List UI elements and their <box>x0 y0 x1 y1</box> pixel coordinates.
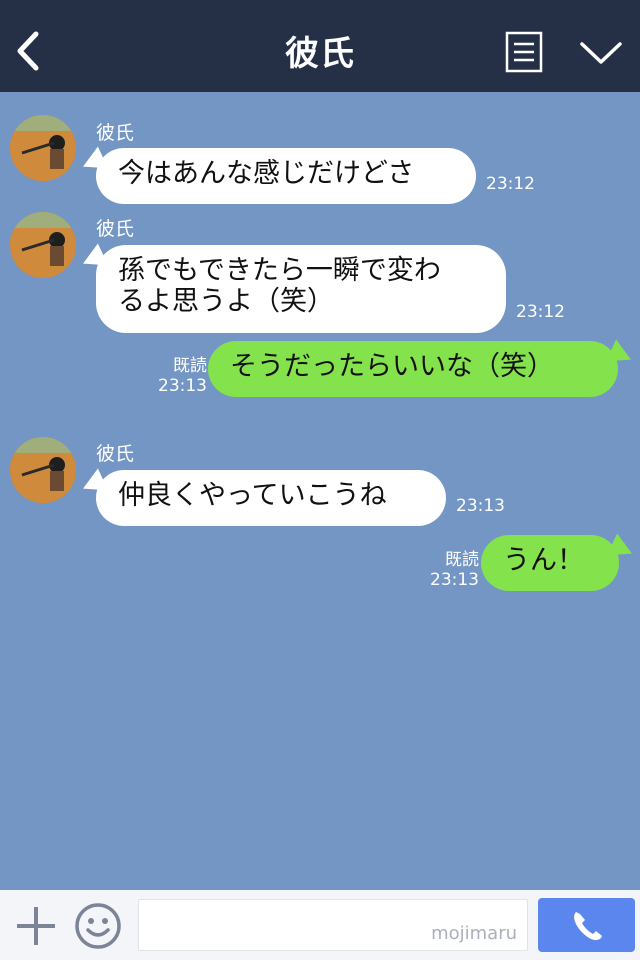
message-time: 23:12 <box>486 174 535 194</box>
read-label: 既読 <box>173 356 207 376</box>
message-bubble-incoming[interactable]: 孫でもできたら一瞬で変わ るよ思うよ（笑） <box>96 245 506 333</box>
avatar-photo <box>10 212 76 278</box>
avatar-photo <box>10 437 76 503</box>
chat-area[interactable]: 彼氏 今はあんな感じだけどさ 23:12 彼氏 孫でもできたら一瞬で変わ るよ思… <box>0 92 640 890</box>
chat-header: 彼氏 <box>0 0 640 92</box>
message-time: 23:13 <box>158 376 207 396</box>
message-text: うん！ <box>503 545 584 576</box>
sender-name: 彼氏 <box>96 218 135 240</box>
message-input[interactable]: mojimaru <box>138 899 528 951</box>
message-time: 23:13 <box>456 496 505 516</box>
dropdown-button[interactable] <box>578 36 624 70</box>
input-bar: mojimaru <box>0 890 640 960</box>
message-text-line: 孫でもできたら一瞬で変わ <box>118 255 441 286</box>
call-button[interactable] <box>538 898 635 952</box>
menu-button[interactable] <box>505 31 543 73</box>
message-bubble-outgoing[interactable]: うん！ <box>481 535 619 591</box>
avatar[interactable] <box>10 212 76 278</box>
emoji-button[interactable] <box>74 902 122 950</box>
avatar[interactable] <box>10 115 76 181</box>
back-chevron-icon <box>17 31 39 71</box>
message-time: 23:13 <box>430 570 479 590</box>
message-bubble-outgoing[interactable]: そうだったらいいな（笑） <box>208 341 618 397</box>
chevron-down-icon <box>580 42 622 64</box>
read-label: 既読 <box>445 550 479 570</box>
avatar-photo <box>10 115 76 181</box>
read-receipt: 既読 23:13 <box>158 356 207 396</box>
menu-list-icon <box>505 31 543 73</box>
back-button[interactable] <box>10 26 50 76</box>
watermark-text: mojimaru <box>431 923 517 944</box>
phone-icon <box>574 912 602 941</box>
message-text: そうだったらいいな（笑） <box>230 351 554 382</box>
message-text: 仲良くやっていこうね <box>118 480 387 511</box>
message-bubble-incoming[interactable]: 今はあんな感じだけどさ <box>96 148 476 204</box>
read-receipt: 既読 23:13 <box>430 550 479 590</box>
plus-icon <box>17 907 55 945</box>
sender-name: 彼氏 <box>96 443 135 465</box>
sender-name: 彼氏 <box>96 122 135 144</box>
emoji-icon <box>75 903 121 949</box>
message-time: 23:12 <box>516 302 565 322</box>
message-bubble-incoming[interactable]: 仲良くやっていこうね <box>96 470 446 526</box>
chat-title: 彼氏 <box>285 34 355 74</box>
message-text: 今はあんな感じだけどさ <box>118 158 415 189</box>
message-text-line: るよ思うよ（笑） <box>118 286 334 317</box>
avatar[interactable] <box>10 437 76 503</box>
add-button[interactable] <box>14 904 58 948</box>
